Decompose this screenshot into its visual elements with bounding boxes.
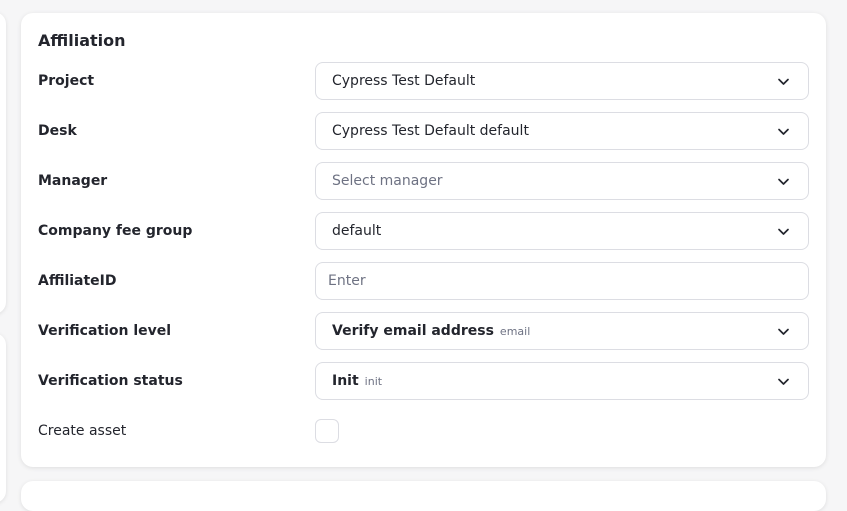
project-value: Cypress Test Default	[332, 73, 476, 89]
desk-select[interactable]: Cypress Test Default default	[315, 112, 809, 150]
verification-level-select[interactable]: Verify email address email	[315, 312, 809, 350]
chevron-down-icon	[778, 128, 789, 135]
affiliate-id-input[interactable]	[315, 262, 809, 300]
chevron-down-icon	[778, 78, 789, 85]
affiliate-id-label: AffiliateID	[38, 273, 117, 289]
manager-placeholder: Select manager	[332, 173, 443, 189]
desk-value: Cypress Test Default default	[332, 123, 529, 139]
desk-label: Desk	[38, 123, 77, 139]
verification-status-label: Verification status	[38, 373, 183, 389]
create-asset-row: Create asset	[38, 412, 809, 450]
project-select[interactable]: Cypress Test Default	[315, 62, 809, 100]
project-row: Project Cypress Test Default	[38, 62, 809, 100]
affiliate-id-row: AffiliateID	[38, 262, 809, 300]
verification-status-value: Init	[332, 373, 359, 389]
chevron-down-icon	[778, 178, 789, 185]
create-asset-checkbox[interactable]	[315, 419, 339, 443]
chevron-down-icon	[778, 378, 789, 385]
fee-group-label: Company fee group	[38, 223, 193, 239]
verification-level-label: Verification level	[38, 323, 172, 339]
verification-level-value-wrap: Verify email address email	[332, 313, 530, 349]
affiliation-card: Affiliation Project Cypress Test Default…	[21, 13, 826, 467]
section-title: Affiliation	[38, 31, 126, 50]
fee-group-select[interactable]: default	[315, 212, 809, 250]
verification-level-value: Verify email address	[332, 323, 494, 339]
manager-label: Manager	[38, 173, 108, 189]
verification-level-row: Verification level Verify email address e…	[38, 312, 809, 350]
desk-row: Desk Cypress Test Default default	[38, 112, 809, 150]
project-label: Project	[38, 73, 95, 89]
create-asset-label: Create asset	[38, 423, 127, 439]
manager-select[interactable]: Select manager	[315, 162, 809, 200]
verification-status-value-wrap: Init init	[332, 363, 382, 399]
manager-row: Manager Select manager	[38, 162, 809, 200]
verification-status-select[interactable]: Init init	[315, 362, 809, 400]
verification-status-row: Verification status Init init	[38, 362, 809, 400]
next-section-card	[21, 481, 826, 511]
fee-group-value: default	[332, 223, 382, 239]
verification-status-sub: init	[364, 375, 383, 388]
left-panel-card-lower	[0, 333, 6, 503]
verification-level-sub: email	[499, 325, 531, 338]
chevron-down-icon	[778, 328, 789, 335]
fee-group-row: Company fee group default	[38, 212, 809, 250]
left-panel-card	[0, 12, 6, 314]
chevron-down-icon	[778, 228, 789, 235]
